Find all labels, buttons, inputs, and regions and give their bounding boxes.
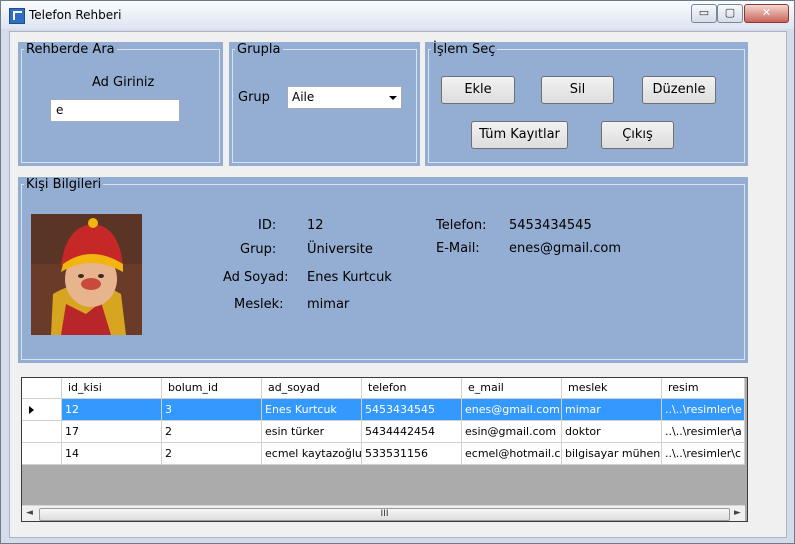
search-input[interactable]: e: [50, 99, 180, 122]
table-cell[interactable]: 5453434545: [362, 399, 462, 421]
table-cell[interactable]: 2: [162, 443, 262, 465]
minimize-button[interactable]: ▭: [691, 4, 717, 23]
window-title: Telefon Rehberi: [29, 8, 122, 22]
row-header-selected[interactable]: [22, 399, 62, 421]
exit-button[interactable]: Çıkış: [601, 121, 674, 149]
group-filter-group: Grupla Grup Aile: [229, 42, 420, 166]
table-cell[interactable]: 533531156: [362, 443, 462, 465]
table-cell[interactable]: ..\..\resimler\e: [662, 399, 745, 421]
column-header-e-mail[interactable]: e_mail: [462, 378, 562, 399]
all-records-button[interactable]: Tüm Kayıtlar: [471, 121, 568, 149]
search-prompt-label: Ad Giriniz: [92, 75, 155, 90]
row-header[interactable]: [22, 443, 62, 465]
id-label: ID:: [258, 218, 277, 233]
table-cell[interactable]: ..\..\resimler\a: [662, 421, 745, 443]
table-cell[interactable]: ecmel kaytazoğlu: [262, 443, 362, 465]
column-header-bolum-id[interactable]: bolum_id: [162, 378, 262, 399]
table-cell[interactable]: ecmel@hotmail.c...: [462, 443, 562, 465]
scroll-thumb[interactable]: III: [39, 508, 730, 521]
column-header-telefon[interactable]: telefon: [362, 378, 462, 399]
group-label: Grup:: [240, 242, 277, 257]
table-cell[interactable]: bilgisayar mühen...: [562, 443, 662, 465]
current-row-arrow-icon: [29, 406, 34, 414]
maximize-button[interactable]: ▢: [717, 4, 743, 23]
id-value: 12: [307, 218, 324, 233]
group-filter-label: Grup: [238, 90, 270, 105]
contact-photo: [31, 214, 142, 335]
table-cell[interactable]: ..\..\resimler\c: [662, 443, 745, 465]
name-value: Enes Kurtcuk: [307, 270, 392, 285]
table-cell[interactable]: enes@gmail.com: [462, 399, 562, 421]
edit-button[interactable]: Düzenle: [642, 76, 716, 104]
table-cell[interactable]: esin türker: [262, 421, 362, 443]
column-header-id-kisi[interactable]: id_kisi: [62, 378, 162, 399]
table-cell[interactable]: 5434442454: [362, 421, 462, 443]
contacts-grid[interactable]: id_kisi bolum_id ad_soyad telefon e_mail…: [21, 377, 748, 522]
column-header-ad-soyad[interactable]: ad_soyad: [262, 378, 362, 399]
group-select-value: Aile: [292, 90, 315, 104]
name-label: Ad Soyad:: [223, 270, 289, 285]
delete-button[interactable]: Sil: [541, 76, 614, 104]
group-filter-legend: Grupla: [235, 42, 283, 57]
table-cell[interactable]: 17: [62, 421, 162, 443]
column-header-resim[interactable]: resim: [662, 378, 745, 399]
grid-corner-header: [22, 378, 62, 399]
column-header-meslek[interactable]: meslek: [562, 378, 662, 399]
close-button[interactable]: ✕: [744, 4, 789, 23]
table-cell[interactable]: 14: [62, 443, 162, 465]
table-cell[interactable]: 3: [162, 399, 262, 421]
table-cell[interactable]: 2: [162, 421, 262, 443]
add-button[interactable]: Ekle: [441, 76, 515, 104]
email-value: enes@gmail.com: [509, 241, 622, 256]
phone-label: Telefon:: [436, 218, 487, 233]
phone-value: 5453434545: [509, 218, 592, 233]
table-cell[interactable]: mimar: [562, 399, 662, 421]
search-group: Rehberde Ara Ad Giriniz e: [18, 42, 223, 166]
title-bar[interactable]: Telefon Rehberi ▭ ▢ ✕: [1, 1, 794, 29]
contact-photo-image: [31, 214, 142, 335]
app-icon: [9, 8, 25, 24]
job-label: Meslek:: [234, 297, 284, 312]
main-window: Telefon Rehberi ▭ ▢ ✕ Rehberde Ara Ad Gi…: [0, 0, 795, 544]
chevron-down-icon: [389, 96, 397, 100]
table-cell[interactable]: 12: [62, 399, 162, 421]
row-header[interactable]: [22, 421, 62, 443]
horizontal-scrollbar[interactable]: ◄ III ►: [22, 505, 745, 521]
form-client-area: Rehberde Ara Ad Giriniz e Grupla Grup Ai…: [9, 31, 787, 538]
actions-legend: İşlem Seç: [431, 42, 498, 57]
table-cell[interactable]: Enes Kurtcuk: [262, 399, 362, 421]
search-legend: Rehberde Ara: [24, 42, 117, 57]
group-select[interactable]: Aile: [287, 86, 402, 109]
scroll-left-arrow-icon[interactable]: ◄: [22, 506, 37, 521]
table-cell[interactable]: doktor: [562, 421, 662, 443]
actions-group: İşlem Seç Ekle Sil Düzenle Tüm Kayıtlar …: [425, 42, 748, 166]
group-value: Üniversite: [307, 242, 373, 257]
scroll-right-arrow-icon[interactable]: ►: [730, 506, 745, 521]
job-value: mimar: [307, 297, 350, 312]
details-legend: Kişi Bilgileri: [24, 177, 104, 192]
table-cell[interactable]: esin@gmail.com: [462, 421, 562, 443]
email-label: E-Mail:: [436, 241, 480, 256]
